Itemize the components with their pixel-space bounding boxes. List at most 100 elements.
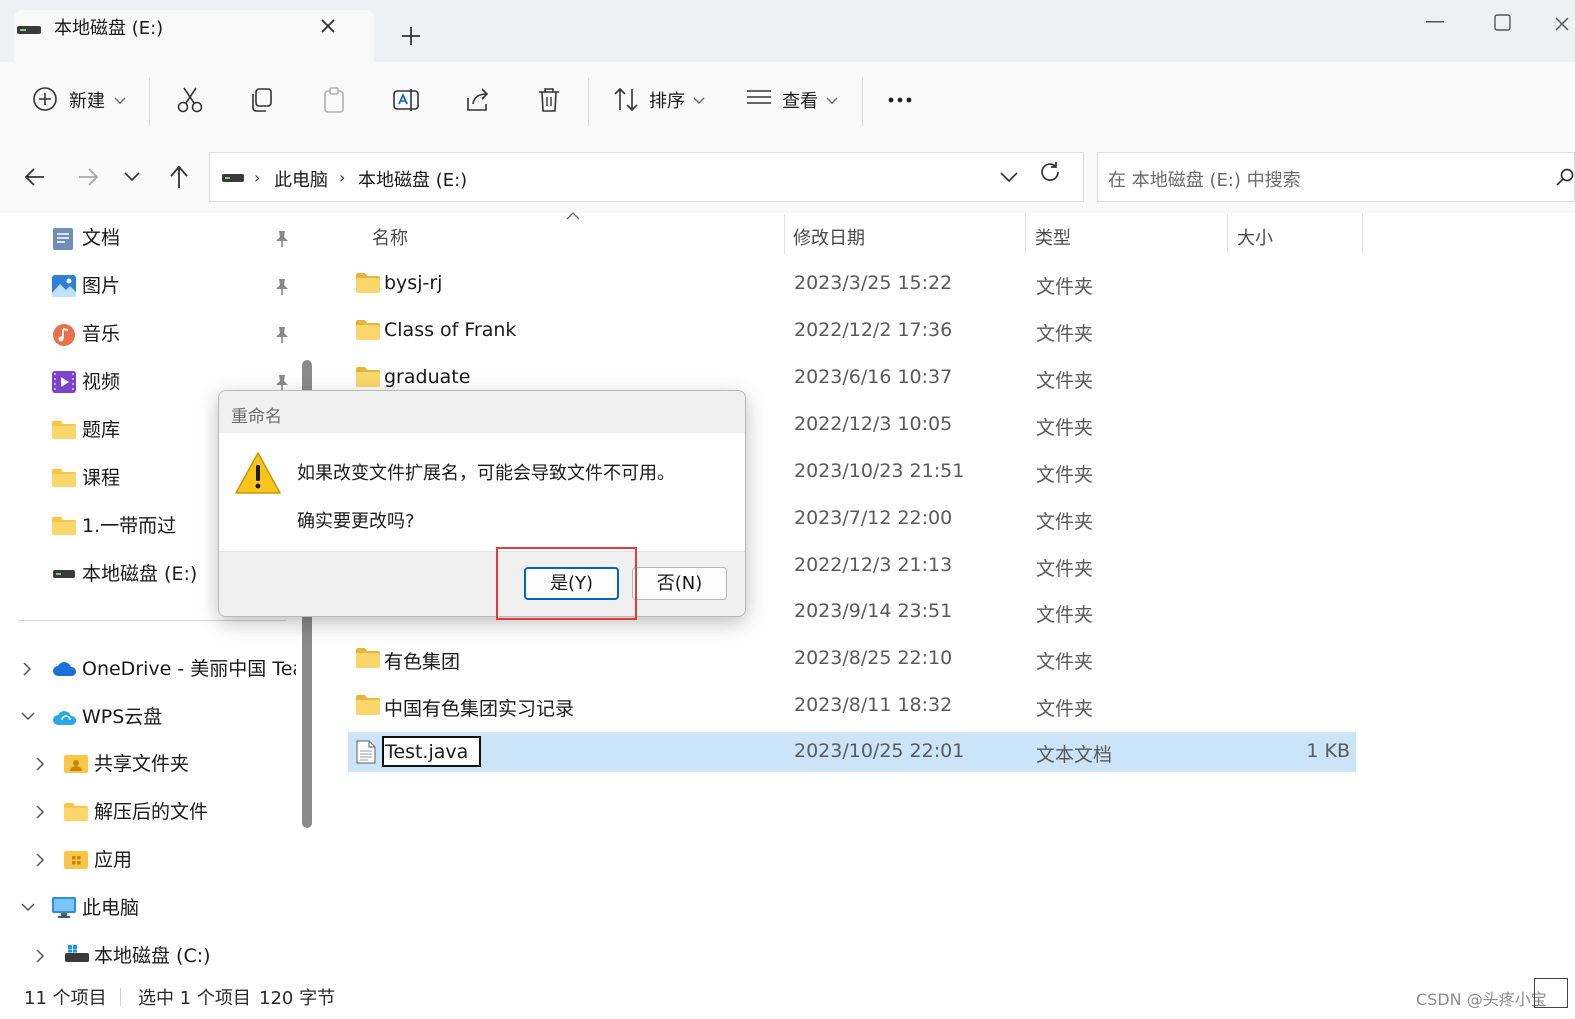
pin-icon[interactable] [274,230,290,248]
column-header-size[interactable]: 大小 [1237,224,1273,250]
share-icon[interactable] [464,86,492,114]
cut-icon[interactable] [176,86,204,114]
new-plus-icon[interactable] [32,86,58,112]
file-type: 文件夹 [1036,651,1094,673]
status-divider [120,988,121,1006]
pin-icon[interactable] [274,278,290,296]
music-icon [52,323,76,347]
no-button[interactable]: 否(N) [632,567,727,600]
file-date: 2022/12/3 21:13 [794,554,953,576]
chevron-down-icon [693,97,705,105]
sidebar-divider [18,620,286,621]
sidebar-item-pictures[interactable]: 图片 [52,266,282,306]
sidebar-item-extracted-files[interactable]: 解压后的文件 [64,792,294,832]
sidebar-item-documents[interactable]: 文档 [52,218,282,258]
more-icon[interactable] [887,96,915,104]
warning-icon [235,451,281,495]
view-button[interactable]: 查看 [782,87,818,113]
sidebar-item-onedrive[interactable]: OneDrive - 美丽中国 Teac [52,649,296,689]
file-date: 2023/8/25 22:10 [794,647,953,669]
sidebar-item-apps[interactable]: 应用 [64,840,294,880]
address-history-chevron-icon[interactable] [999,171,1019,183]
sidebar-item-drive-c[interactable]: 本地磁盘 (C:) [64,936,294,976]
file-type: 文件夹 [1036,417,1094,439]
file-date: 2023/8/11 18:32 [794,694,953,716]
chevron-right-icon[interactable] [35,756,45,772]
file-row[interactable]: bysj-rj 2023/3/25 15:22 文件夹 [348,264,1356,304]
close-icon[interactable] [318,16,338,36]
pin-icon[interactable] [274,326,290,344]
folder-icon [356,320,380,340]
file-row[interactable]: Class of Frank 2022/12/2 17:36 文件夹 [348,311,1356,351]
refresh-icon[interactable] [1038,160,1062,184]
chevron-down-icon[interactable] [20,902,36,912]
chevron-down-icon[interactable] [20,711,36,721]
breadcrumb-this-pc[interactable]: 此电脑 [274,166,328,192]
sidebar-item-this-pc[interactable]: 此电脑 [52,888,296,928]
file-row[interactable]: 中国有色集团实习记录 2023/8/11 18:32 文件夹 [348,686,1356,726]
chevron-down-icon [114,97,126,105]
column-header-name[interactable]: 名称 [372,224,408,250]
file-name: 有色集团 [384,651,461,673]
rename-icon[interactable] [392,86,420,114]
file-type: 文件夹 [1036,558,1094,580]
file-row[interactable]: 有色集团 2023/8/25 22:10 文件夹 [348,639,1356,679]
annotation-highlight-box [496,547,637,620]
status-size: 120 字节 [259,988,336,1009]
new-button[interactable]: 新建 [69,87,105,113]
file-date: 2023/7/12 22:00 [794,507,953,529]
copy-icon[interactable] [248,86,276,114]
sort-button[interactable]: 排序 [649,87,685,113]
folder-icon [52,421,76,439]
chevron-right-icon[interactable] [35,804,45,820]
recent-chevron-icon[interactable] [124,172,140,182]
search-icon[interactable] [1556,168,1574,186]
chevron-down-icon [826,97,838,105]
file-type: 文件夹 [1036,698,1094,720]
delete-icon[interactable] [536,86,562,114]
paste-icon[interactable] [320,86,348,114]
sidebar-item-label: 1.一带而过 [82,515,177,537]
status-selection: 选中 1 个项目 [138,988,251,1009]
breadcrumb-separator: › [254,168,261,187]
minimize-icon[interactable] [1426,21,1444,23]
sidebar-item-label: 文档 [82,227,121,249]
chevron-right-icon[interactable] [35,852,45,868]
sidebar-item-label: 视频 [82,371,121,393]
sidebar-item-music[interactable]: 音乐 [52,314,282,354]
chevron-right-icon[interactable] [35,948,45,964]
view-icon[interactable] [745,86,773,110]
maximize-icon[interactable] [1494,14,1512,32]
forward-arrow-icon[interactable] [77,166,99,188]
new-tab-icon[interactable] [400,25,422,47]
file-date: 2023/6/16 10:37 [794,366,953,388]
search-input[interactable]: 在 本地磁盘 (E:) 中搜索 [1108,166,1301,192]
file-size: 1 KB [1306,740,1350,762]
sidebar-item-label: 图片 [82,275,121,297]
window-close-icon[interactable] [1552,14,1572,34]
file-name: bysj-rj [384,272,443,294]
dialog-title: 重命名 [231,407,282,427]
file-row-selected[interactable]: 2023/10/25 22:01 文本文档 1 KB [348,732,1356,772]
sidebar-item-shared-folder[interactable]: 共享文件夹 [64,744,294,784]
sidebar-item-label: 应用 [94,849,133,871]
sidebar-item-wps-cloud[interactable]: WPS云盘 [52,697,296,737]
back-arrow-icon[interactable] [24,166,46,188]
breadcrumb-drive-e[interactable]: 本地磁盘 (E:) [358,166,467,192]
drive-icon [221,171,245,185]
column-header-date[interactable]: 修改日期 [793,224,865,250]
sidebar-item-label: 此电脑 [82,897,140,919]
up-arrow-icon[interactable] [168,165,190,189]
chevron-right-icon[interactable] [22,661,32,677]
column-header-type[interactable]: 类型 [1035,224,1071,250]
view-toggle-icon[interactable] [1534,978,1568,1008]
rename-input-value[interactable]: Test.java [385,741,468,763]
file-date: 2023/9/14 23:51 [794,600,953,622]
watermark: CSDN @头疼小宝 [1416,990,1547,1009]
file-date: 2022/12/3 10:05 [794,413,953,435]
sort-icon[interactable] [612,86,640,112]
file-type: 文本文档 [1036,744,1113,766]
sidebar-item-label: 解压后的文件 [94,801,209,823]
file-name: 中国有色集团实习记录 [384,698,575,720]
shared-folder-icon [64,755,88,773]
